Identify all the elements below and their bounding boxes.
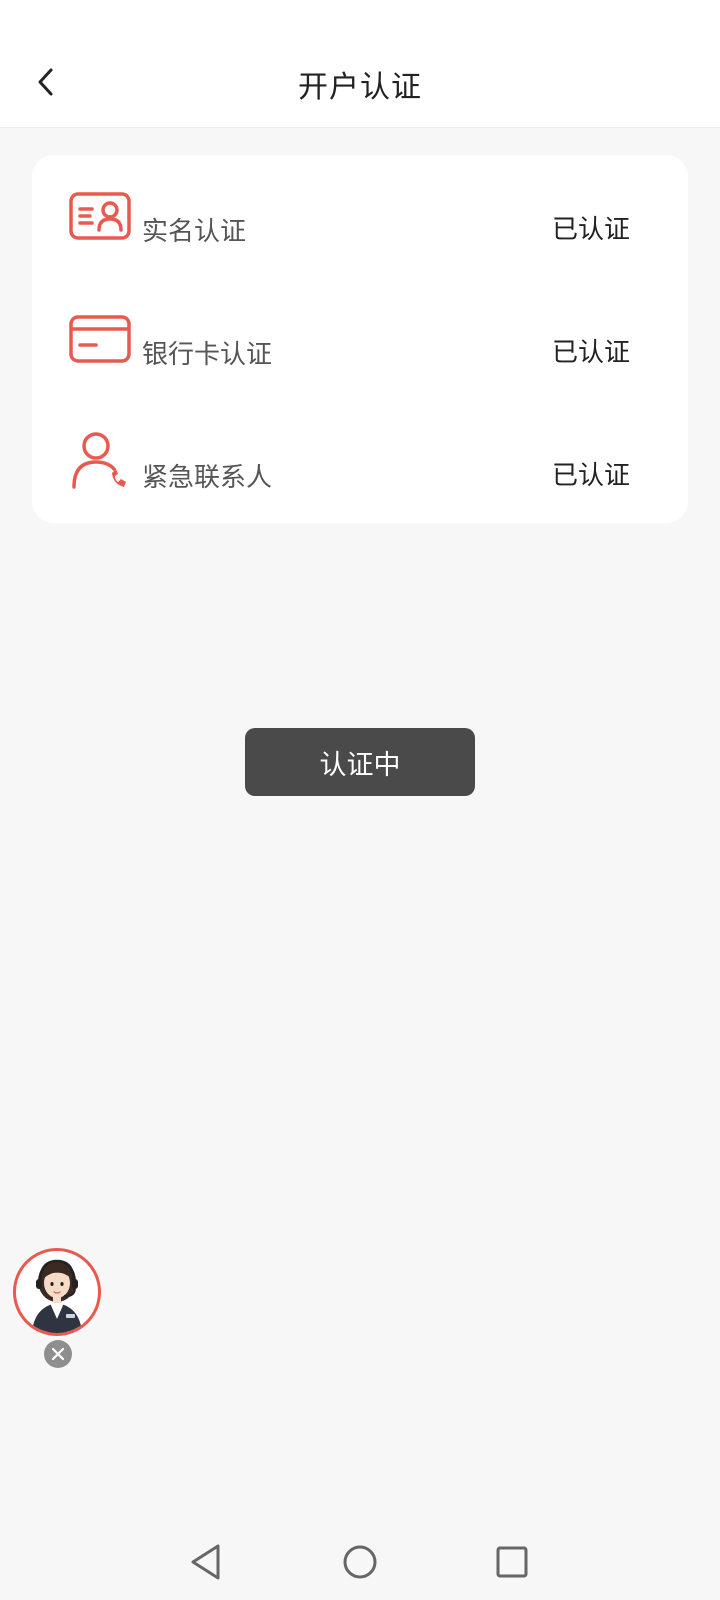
nav-recents-icon	[496, 1546, 528, 1578]
auth-row-status: 已认证	[551, 215, 630, 245]
auth-row-label: 实名认证	[142, 217, 247, 247]
customer-service-close-button[interactable]	[44, 1340, 72, 1368]
bank-card-icon	[69, 315, 131, 363]
auth-row-bank-card[interactable]: 银行卡认证 已认证	[32, 290, 688, 390]
nav-home-icon	[343, 1545, 377, 1579]
customer-service-avatar	[32, 1259, 82, 1333]
close-icon	[51, 1347, 65, 1361]
id-card-icon	[69, 192, 131, 240]
auth-row-label: 银行卡认证	[142, 340, 273, 370]
emergency-contact-icon	[72, 432, 126, 489]
auth-row-status: 已认证	[551, 338, 630, 368]
nav-back-icon	[191, 1544, 220, 1580]
auth-status-button[interactable]: 认证中	[245, 728, 475, 796]
auth-row-emergency-contact[interactable]: 紧急联系人 已认证	[32, 413, 688, 513]
nav-home-button[interactable]	[332, 1534, 388, 1590]
page-title: 开户认证	[298, 70, 422, 105]
nav-back-button[interactable]	[178, 1534, 234, 1590]
system-nav-bar	[0, 1522, 720, 1600]
nav-recents-button[interactable]	[484, 1534, 540, 1590]
auth-row-real-name[interactable]: 实名认证 已认证	[32, 167, 688, 267]
customer-service-button[interactable]	[13, 1248, 101, 1336]
header: 开户认证	[0, 0, 720, 128]
auth-row-status: 已认证	[551, 461, 630, 491]
auth-row-label: 紧急联系人	[142, 463, 273, 493]
auth-card: 实名认证 已认证 银行卡认证 已认证 紧急联系人 已认证	[32, 155, 688, 523]
